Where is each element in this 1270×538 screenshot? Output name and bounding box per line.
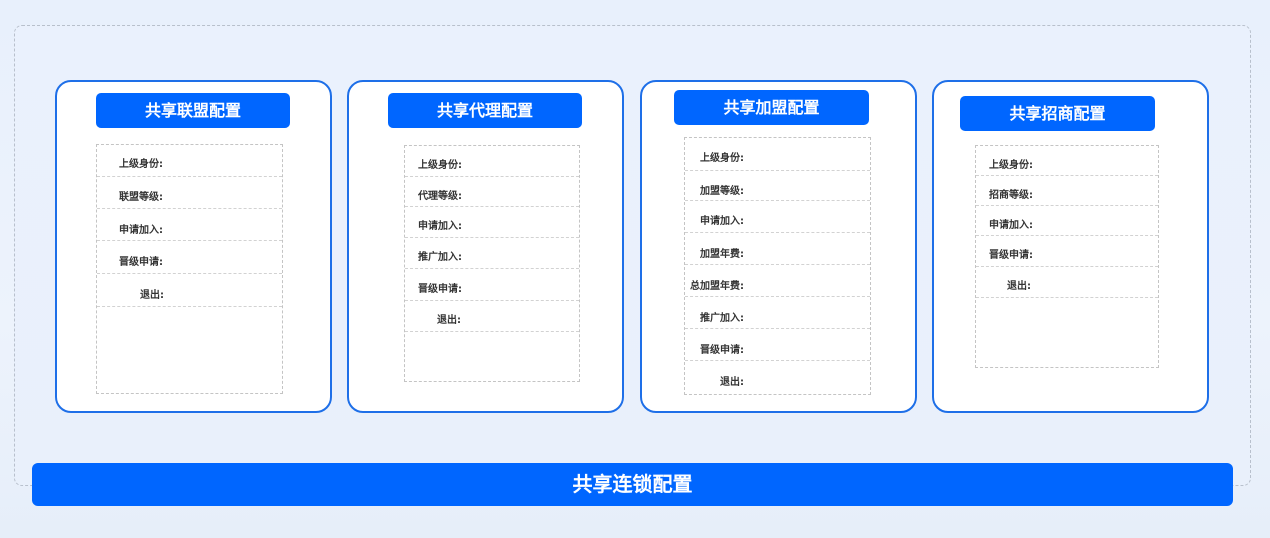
field-label: 申请加入: [989, 220, 1033, 231]
field-label: 晋级申请: [700, 345, 744, 356]
card-alliance-config: 共享联盟配置 上级身份: 联盟等级: 申请加入: 晋级申请: 退出: [55, 80, 332, 413]
field-label: 招商等级: [989, 190, 1033, 201]
card-title[interactable]: 共享代理配置 [388, 93, 582, 128]
field-label: 退出: [437, 315, 461, 326]
field-label: 上级身份: [119, 159, 163, 170]
field-label: 总加盟年费: [690, 281, 744, 292]
field-row[interactable]: 申请加入: [97, 209, 282, 241]
field-row[interactable]: 退出: [976, 267, 1158, 298]
field-label: 晋级申请: [989, 250, 1033, 261]
card-title[interactable]: 共享联盟配置 [96, 93, 290, 128]
field-row[interactable]: 上级身份: [97, 145, 282, 177]
field-label: 申请加入: [119, 225, 163, 236]
card-title[interactable]: 共享加盟配置 [674, 90, 869, 125]
field-row[interactable]: 推广加入: [685, 297, 870, 329]
field-row[interactable]: 晋级申请: [976, 236, 1158, 267]
field-label: 联盟等级: [119, 192, 163, 203]
field-label: 申请加入: [418, 221, 462, 232]
field-row[interactable]: 代理等级: [405, 177, 579, 207]
field-label: 申请加入: [700, 216, 744, 227]
field-row[interactable]: 加盟等级: [685, 171, 870, 201]
field-row[interactable]: 晋级申请: [97, 241, 282, 274]
field-label: 晋级申请: [119, 257, 163, 268]
field-row[interactable]: 晋级申请: [405, 269, 579, 301]
field-label: 上级身份: [989, 160, 1033, 171]
card-title[interactable]: 共享招商配置 [960, 96, 1155, 131]
card-investment-config: 共享招商配置 上级身份: 招商等级: 申请加入: 晋级申请: 退出: [932, 80, 1209, 413]
field-row[interactable]: 晋级申请: [685, 329, 870, 361]
chain-config-bar[interactable]: 共享连锁配置 [32, 463, 1233, 506]
field-list: 上级身份: 代理等级: 申请加入: 推广加入: 晋级申请: 退出: [404, 145, 580, 382]
field-row[interactable]: 上级身份: [685, 138, 870, 171]
field-list: 上级身份: 加盟等级: 申请加入: 加盟年费: 总加盟年费: 推广加入: 晋级申… [684, 137, 871, 395]
field-row[interactable]: 退出: [685, 361, 870, 394]
field-row[interactable]: 加盟年费: [685, 233, 870, 265]
field-label: 上级身份: [418, 160, 462, 171]
field-label: 代理等级: [418, 191, 462, 202]
field-label: 上级身份: [700, 153, 744, 164]
field-label: 晋级申请: [418, 284, 462, 295]
field-label: 推广加入: [700, 313, 744, 324]
field-label: 加盟等级: [700, 186, 744, 197]
field-row[interactable]: 退出: [405, 301, 579, 332]
field-label: 退出: [140, 290, 164, 301]
field-row[interactable]: 申请加入: [976, 206, 1158, 236]
card-franchise-config: 共享加盟配置 上级身份: 加盟等级: 申请加入: 加盟年费: 总加盟年费: 推广… [640, 80, 917, 413]
field-label: 加盟年费: [700, 249, 744, 260]
field-row[interactable]: 上级身份: [976, 146, 1158, 176]
field-row[interactable]: 申请加入: [685, 201, 870, 233]
card-agent-config: 共享代理配置 上级身份: 代理等级: 申请加入: 推广加入: 晋级申请: 退出: [347, 80, 624, 413]
field-row[interactable]: 联盟等级: [97, 177, 282, 209]
field-row[interactable]: 推广加入: [405, 238, 579, 269]
field-row[interactable]: 上级身份: [405, 146, 579, 177]
field-row[interactable]: 退出: [97, 274, 282, 307]
field-list: 上级身份: 招商等级: 申请加入: 晋级申请: 退出: [975, 145, 1159, 368]
field-row[interactable]: 总加盟年费: [685, 265, 870, 297]
field-label: 退出: [720, 377, 744, 388]
field-label: 退出: [1007, 281, 1031, 292]
field-row[interactable]: 招商等级: [976, 176, 1158, 206]
field-list: 上级身份: 联盟等级: 申请加入: 晋级申请: 退出: [96, 144, 283, 394]
field-label: 推广加入: [418, 252, 462, 263]
field-row[interactable]: 申请加入: [405, 207, 579, 238]
